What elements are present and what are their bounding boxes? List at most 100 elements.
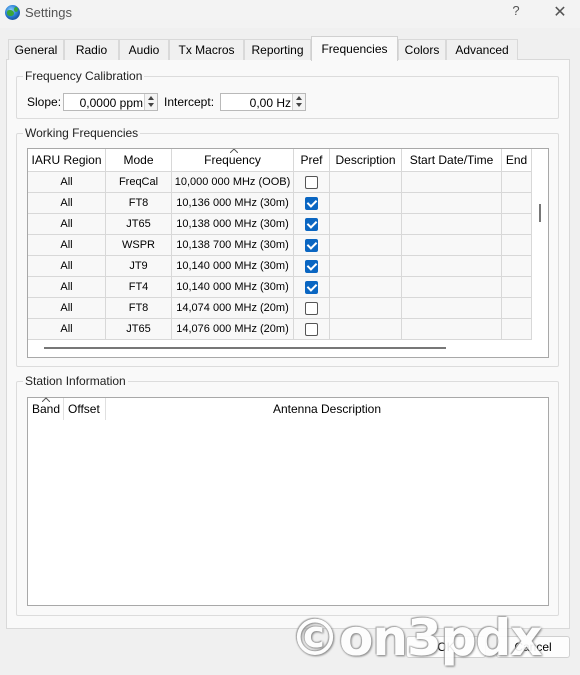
cell-start-date-time[interactable]: [402, 256, 502, 277]
cell-iaru-region[interactable]: All: [28, 319, 106, 340]
cell-start-date-time[interactable]: [402, 193, 502, 214]
cell-start-date-time[interactable]: [402, 319, 502, 340]
close-button[interactable]: ✕: [548, 2, 572, 22]
cell-pref[interactable]: [294, 277, 330, 298]
cell-iaru-region[interactable]: All: [28, 298, 106, 319]
horizontal-scrollbar[interactable]: [44, 347, 446, 349]
tab-advanced[interactable]: Advanced: [446, 39, 518, 60]
cell-iaru-region[interactable]: All: [28, 214, 106, 235]
cell-iaru-region[interactable]: All: [28, 193, 106, 214]
intercept-spin-arrows[interactable]: [292, 94, 305, 110]
cell-description[interactable]: [330, 214, 402, 235]
cell-mode[interactable]: FT8: [106, 298, 172, 319]
cell-frequency[interactable]: 10,140 000 MHz (30m): [172, 277, 294, 298]
spin-up-icon[interactable]: [296, 96, 302, 100]
spin-up-icon[interactable]: [148, 96, 154, 100]
tab-audio[interactable]: Audio: [119, 39, 169, 60]
cell-description[interactable]: [330, 193, 402, 214]
intercept-spinbox[interactable]: 0,00 Hz: [220, 93, 306, 111]
column-header-mode[interactable]: Mode: [106, 149, 172, 172]
cell-mode[interactable]: FT4: [106, 277, 172, 298]
cell-frequency[interactable]: 10,138 700 MHz (30m): [172, 235, 294, 256]
cell-iaru-region[interactable]: All: [28, 172, 106, 193]
cell-description[interactable]: [330, 256, 402, 277]
pref-checkbox[interactable]: [305, 259, 318, 273]
cell-frequency[interactable]: 10,136 000 MHz (30m): [172, 193, 294, 214]
tab-tx-macros[interactable]: Tx Macros: [169, 39, 244, 60]
tab-frequencies[interactable]: Frequencies: [311, 36, 398, 61]
cell-description[interactable]: [330, 235, 402, 256]
cell-frequency[interactable]: 14,074 000 MHz (20m): [172, 298, 294, 319]
ok-button[interactable]: OK: [406, 636, 486, 658]
column-header-start-date-time[interactable]: Start Date/Time: [402, 149, 502, 172]
cell-end[interactable]: [502, 319, 532, 340]
cell-start-date-time[interactable]: [402, 172, 502, 193]
cell-end[interactable]: [502, 193, 532, 214]
cell-mode[interactable]: FT8: [106, 193, 172, 214]
tab-colors[interactable]: Colors: [398, 39, 446, 60]
cell-description[interactable]: [330, 298, 402, 319]
column-header-offset[interactable]: Offset: [64, 398, 106, 420]
pref-checkbox[interactable]: [305, 322, 318, 336]
station-information-title: Station Information: [23, 374, 128, 388]
cell-iaru-region[interactable]: All: [28, 277, 106, 298]
pref-checkbox[interactable]: [305, 280, 318, 294]
cell-pref[interactable]: [294, 319, 330, 340]
help-button[interactable]: ?: [508, 3, 524, 21]
pref-checkbox[interactable]: [305, 301, 318, 315]
cell-end[interactable]: [502, 277, 532, 298]
cell-end[interactable]: [502, 235, 532, 256]
spin-down-icon[interactable]: [148, 103, 154, 107]
cell-end[interactable]: [502, 214, 532, 235]
pref-checkbox[interactable]: [305, 217, 318, 231]
column-header-iaru-region[interactable]: IARU Region: [28, 149, 106, 172]
cell-mode[interactable]: JT65: [106, 214, 172, 235]
cell-iaru-region[interactable]: All: [28, 235, 106, 256]
pref-checkbox[interactable]: [305, 238, 318, 252]
cell-mode[interactable]: FreqCal: [106, 172, 172, 193]
cell-pref[interactable]: [294, 298, 330, 319]
column-header-end[interactable]: End: [502, 149, 532, 172]
cell-mode[interactable]: JT65: [106, 319, 172, 340]
cell-end[interactable]: [502, 298, 532, 319]
working-frequencies-table[interactable]: IARU Region Mode Frequency Pref Descript…: [27, 148, 549, 358]
spin-down-icon[interactable]: [296, 103, 302, 107]
cell-pref[interactable]: [294, 256, 330, 277]
slope-spin-arrows[interactable]: [144, 94, 157, 110]
cell-frequency[interactable]: 10,000 000 MHz (OOB): [172, 172, 294, 193]
cell-description[interactable]: [330, 172, 402, 193]
station-information-table[interactable]: Band Offset Antenna Description: [27, 397, 549, 606]
column-header-description[interactable]: Description: [330, 149, 402, 172]
cell-mode[interactable]: JT9: [106, 256, 172, 277]
cell-description[interactable]: [330, 277, 402, 298]
cell-pref[interactable]: [294, 214, 330, 235]
cell-start-date-time[interactable]: [402, 277, 502, 298]
slope-value[interactable]: 0,0000 ppm: [80, 96, 143, 110]
column-header-pref[interactable]: Pref: [294, 149, 330, 172]
intercept-value[interactable]: 0,00 Hz: [250, 96, 291, 110]
column-header-antenna-description[interactable]: Antenna Description: [106, 398, 548, 420]
cell-description[interactable]: [330, 319, 402, 340]
vertical-scrollbar[interactable]: [539, 204, 541, 222]
tab-radio[interactable]: Radio: [64, 39, 119, 60]
cell-start-date-time[interactable]: [402, 214, 502, 235]
cell-frequency[interactable]: 10,140 000 MHz (30m): [172, 256, 294, 277]
pref-checkbox[interactable]: [305, 196, 318, 210]
cell-end[interactable]: [502, 172, 532, 193]
pref-checkbox[interactable]: [305, 175, 318, 189]
slope-spinbox[interactable]: 0,0000 ppm: [63, 93, 158, 111]
cell-pref[interactable]: [294, 193, 330, 214]
cell-pref[interactable]: [294, 172, 330, 193]
frequency-calibration-title: Frequency Calibration: [23, 69, 145, 83]
cancel-button[interactable]: Cancel: [496, 636, 570, 658]
cell-mode[interactable]: WSPR: [106, 235, 172, 256]
cell-pref[interactable]: [294, 235, 330, 256]
cell-start-date-time[interactable]: [402, 298, 502, 319]
tab-general[interactable]: General: [8, 39, 64, 60]
cell-start-date-time[interactable]: [402, 235, 502, 256]
cell-end[interactable]: [502, 256, 532, 277]
tab-reporting[interactable]: Reporting: [244, 39, 311, 60]
cell-frequency[interactable]: 10,138 000 MHz (30m): [172, 214, 294, 235]
cell-frequency[interactable]: 14,076 000 MHz (20m): [172, 319, 294, 340]
cell-iaru-region[interactable]: All: [28, 256, 106, 277]
